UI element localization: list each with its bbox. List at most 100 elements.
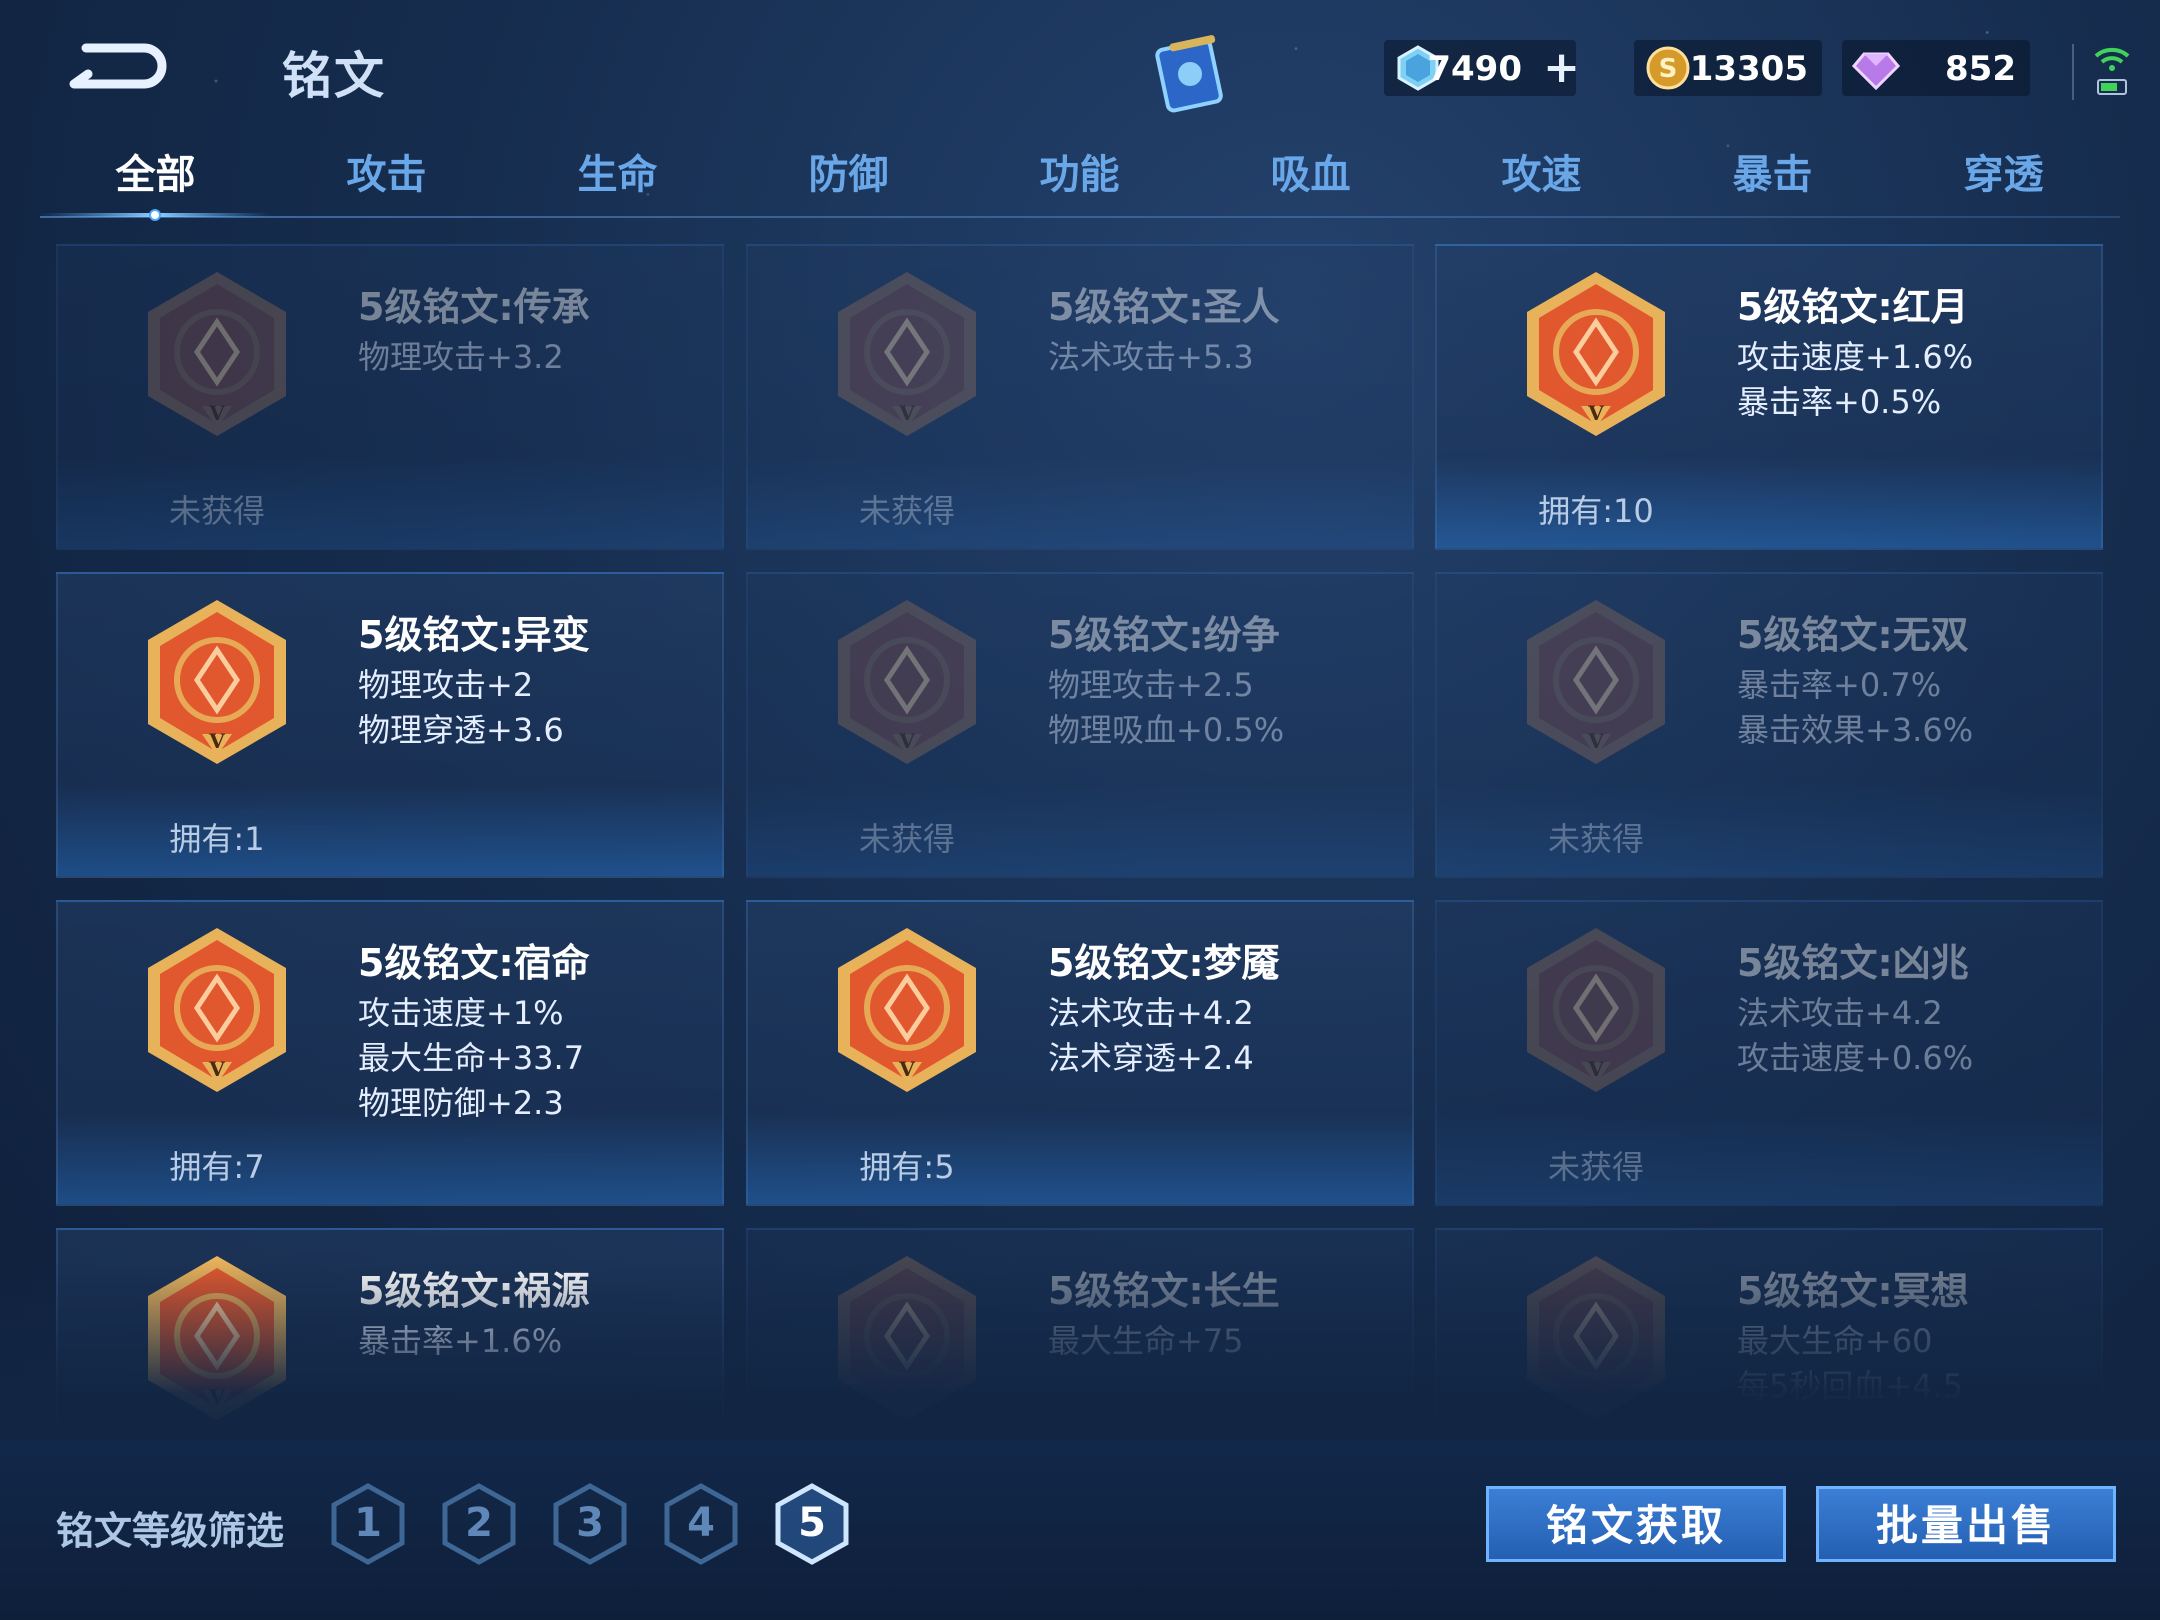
peerless-emblem-icon: V (1527, 600, 1665, 764)
mutation-emblem-icon: V (148, 600, 286, 764)
inscription-stat: 最大生命+75 (1048, 1322, 1244, 1360)
owned-count: 拥有:1 (169, 820, 265, 858)
inscription-name: 5级铭文:异变 (358, 613, 590, 657)
tab-utility[interactable]: 功能 (964, 140, 1195, 210)
svg-text:V: V (1587, 1385, 1604, 1409)
owned-count: 拥有:5 (859, 1148, 955, 1186)
svg-text:V: V (208, 1385, 225, 1409)
level-filter-4[interactable]: 4 (663, 1482, 739, 1566)
inheritance-emblem-icon: V (148, 272, 286, 436)
svg-text:V: V (1587, 729, 1604, 753)
inscription-stat: 最大生命+60 (1737, 1322, 1933, 1360)
inscription-stat: 物理吸血+0.5% (1048, 711, 1285, 749)
diamond-icon (1852, 52, 1900, 91)
level-number: 4 (687, 1500, 715, 1546)
inscription-card[interactable]: V 5级铭文:圣人 法术攻击+5.3 未获得 (746, 244, 1414, 550)
add-crystal-button[interactable]: + (1543, 46, 1580, 90)
inscription-name: 5级铭文:凶兆 (1737, 941, 1969, 985)
header-divider (2072, 44, 2074, 100)
level-number: 1 (354, 1500, 382, 1546)
tab-lifesteal[interactable]: 吸血 (1195, 140, 1426, 210)
svg-text:S: S (1659, 54, 1678, 84)
level-filter-5[interactable]: 5 (774, 1482, 850, 1566)
inscription-book-icon[interactable] (1150, 30, 1234, 114)
fate-emblem-icon: V (148, 928, 286, 1092)
svg-text:V: V (1587, 1057, 1604, 1081)
inscription-card[interactable]: V 5级铭文:梦魇法术攻击+4.2 法术穿透+2.4 拥有:5 (746, 900, 1414, 1206)
inscription-name: 5级铭文:冥想 (1737, 1269, 1969, 1313)
inscription-stat: 攻击速度+1.6% (1737, 338, 1974, 376)
strife-emblem-icon: V (838, 600, 976, 764)
svg-text:V: V (898, 1385, 915, 1409)
svg-text:V: V (1587, 401, 1604, 425)
svg-text:V: V (208, 401, 225, 425)
inscription-card[interactable]: V 5级铭文:宿命 攻击速度+1% 最大生命+33.7 物理防御+2.3 拥有:7 (56, 900, 724, 1206)
inscription-name: 5级铭文:宿命 (358, 941, 590, 985)
inscription-card[interactable]: V 5级铭文:长生最大生命+75 (746, 1228, 1414, 1434)
inscription-card[interactable]: V 5级铭文:红月 攻击速度+1.6% 暴击率+0.5% 拥有:10 (1435, 244, 2103, 550)
level-filter-1[interactable]: 1 (330, 1482, 406, 1566)
inscription-card[interactable]: V 5级铭文:冥想最大生命+60 每5秒回血+4.5 (1435, 1228, 2103, 1434)
active-tab-indicator (40, 209, 270, 221)
inscription-name: 5级铭文:无双 (1737, 613, 1969, 657)
svg-text:V: V (898, 1057, 915, 1081)
tab-all[interactable]: 全部 (40, 140, 271, 210)
get-inscription-button[interactable]: 铭文获取 (1486, 1486, 1786, 1562)
inscription-stat: 每5秒回血+4.5 (1737, 1367, 1964, 1405)
red-moon-emblem-icon: V (1527, 272, 1665, 436)
meditation-emblem-icon: V (1527, 1256, 1665, 1420)
inscription-stat: 暴击效果+3.6% (1737, 711, 1974, 749)
level-filter-2[interactable]: 2 (441, 1482, 517, 1566)
inscription-stat: 法术穿透+2.4 (1048, 1039, 1254, 1077)
gold-currency: S 13305 (1634, 40, 1822, 96)
inscription-card[interactable]: V 5级铭文:传承 物理攻击+3.2 未获得 (56, 244, 724, 550)
not-obtained-label: 未获得 (858, 492, 955, 530)
inscription-stat: 法术攻击+5.3 (1048, 338, 1254, 376)
inscription-stat: 攻击速度+0.6% (1737, 1039, 1974, 1077)
inscription-name: 5级铭文:红月 (1737, 285, 1969, 329)
inscription-stat: 暴击率+0.7% (1737, 666, 1942, 704)
not-obtained-label: 未获得 (1547, 1148, 1644, 1186)
inscription-name: 5级铭文:长生 (1048, 1269, 1280, 1313)
inscription-card[interactable]: V 5级铭文:异变 物理攻击+2 物理穿透+3.6 拥有:1 (56, 572, 724, 878)
tab-defense[interactable]: 防御 (733, 140, 964, 210)
inscription-name: 5级铭文:祸源 (358, 1269, 590, 1313)
tab-critical[interactable]: 暴击 (1657, 140, 1888, 210)
back-arrow-icon (69, 43, 167, 89)
svg-text:V: V (898, 401, 915, 425)
inscription-card[interactable]: V 5级铭文:凶兆 法术攻击+4.2 攻击速度+0.6% 未获得 (1435, 900, 2103, 1206)
nightmare-emblem-icon: V (838, 928, 976, 1092)
crystal-count: 7490 (1427, 49, 1522, 89)
inscription-name: 5级铭文:传承 (358, 285, 590, 329)
gold-count: 13305 (1689, 49, 1808, 89)
inscription-card[interactable]: V 5级铭文:纷争 物理攻击+2.5 物理吸血+0.5% 未获得 (746, 572, 1414, 878)
omen-emblem-icon: V (1527, 928, 1665, 1092)
tab-attack-speed[interactable]: 攻速 (1426, 140, 1657, 210)
diamond-currency: 852 (1842, 40, 2030, 96)
wifi-icon (2092, 40, 2132, 100)
top-bar: 铭文 7490 + S 13305 852 (0, 0, 2160, 135)
page-title: 铭文 (282, 47, 386, 105)
inscription-card[interactable]: V 5级铭文:祸源 暴击率+1.6% (56, 1228, 724, 1434)
batch-sell-button[interactable]: 批量出售 (1816, 1486, 2116, 1562)
tab-health[interactable]: 生命 (502, 140, 733, 210)
tab-attack[interactable]: 攻击 (271, 140, 502, 210)
category-tabs: 全部 攻击 生命 防御 功能 吸血 攻速 暴击 穿透 (40, 140, 2120, 220)
tab-penetration[interactable]: 穿透 (1888, 140, 2119, 210)
back-button[interactable] (66, 34, 178, 94)
calamity-emblem-icon: V (148, 1256, 286, 1420)
level-number: 5 (798, 1500, 826, 1546)
inscription-stat: 最大生命+33.7 (358, 1039, 585, 1077)
level-filter-3[interactable]: 3 (552, 1482, 628, 1566)
inscription-stat: 暴击率+0.5% (1737, 383, 1942, 421)
inscription-stat: 物理穿透+3.6 (358, 711, 564, 749)
not-obtained-label: 未获得 (1547, 820, 1644, 858)
inscription-stat: 法术攻击+4.2 (1048, 994, 1254, 1032)
gold-coin-icon: S (1646, 46, 1690, 90)
svg-text:V: V (898, 729, 915, 753)
inscription-name: 5级铭文:纷争 (1048, 613, 1280, 657)
inscription-name: 5级铭文:梦魇 (1048, 941, 1280, 985)
level-filter-label: 铭文等级筛选 (56, 1509, 285, 1553)
inscription-card[interactable]: V 5级铭文:无双暴击率+0.7% 暴击效果+3.6% 未获得 (1435, 572, 2103, 878)
sage-emblem-icon: V (838, 272, 976, 436)
